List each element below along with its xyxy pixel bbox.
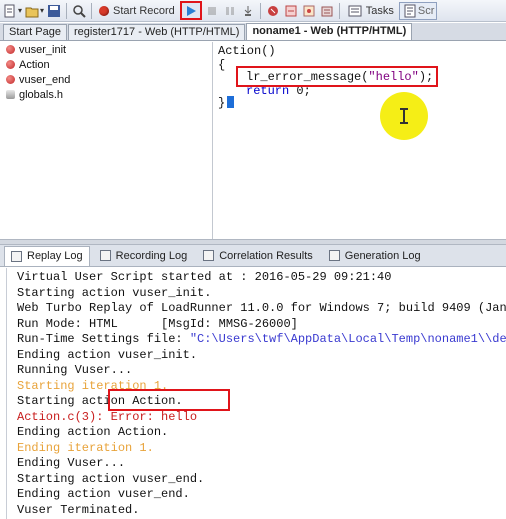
toolbar-separator (91, 2, 93, 19)
tab-generation-log[interactable]: Generation Log (323, 246, 427, 266)
main-toolbar: ▾ ▾ Start Record Tasks Scr (0, 0, 506, 22)
action-icon (6, 75, 15, 84)
runtime-settings-path[interactable]: "C:\Users\twf\AppData\Local\Temp\noname1… (190, 332, 506, 346)
tasks-button[interactable]: Tasks (344, 2, 397, 20)
log-line: Run-Time Settings file: "C:\Users\twf\Ap… (17, 332, 506, 348)
tab-start-page[interactable]: Start Page (3, 24, 67, 40)
log-line: Ending iteration 1. (17, 440, 154, 455)
pause-icon (222, 3, 238, 19)
tree-item-globals[interactable]: globals.h (3, 87, 212, 102)
log-line: Ending action vuser_init. (17, 347, 198, 362)
start-record-label: Start Record (113, 4, 175, 17)
start-record-button[interactable]: Start Record (96, 2, 178, 20)
log-gutter (6, 268, 7, 519)
tab-replay-log[interactable]: Replay Log (4, 245, 90, 266)
toolbar-separator (66, 2, 68, 19)
code-line-1: Action() (218, 44, 276, 58)
tree-item-label: Action (19, 58, 50, 71)
stop-icon (204, 3, 220, 19)
tab-label: Recording Log (115, 249, 188, 262)
tab-label: Replay Log (27, 250, 83, 262)
open-button[interactable]: ▾ (24, 2, 44, 20)
chevron-down-icon: ▾ (18, 6, 23, 15)
breakpoint-icon (265, 3, 281, 19)
text-cursor (227, 96, 234, 108)
tree-item-vuser-init[interactable]: vuser_init (3, 42, 212, 57)
log-line: Starting iteration 1. (17, 378, 169, 393)
replay-log-output[interactable]: Virtual User Script started at : 2016-05… (17, 270, 506, 519)
log-line: Starting action vuser_end. (17, 471, 205, 486)
log-line: Ending Vuser... (17, 456, 126, 470)
chevron-down-icon: ▾ (40, 6, 45, 15)
highlight-box-error (108, 389, 230, 411)
breakpoint-button[interactable] (265, 2, 281, 20)
tree-item-vuser-end[interactable]: vuser_end (3, 72, 212, 87)
code-line-5: } (218, 96, 226, 110)
tab-register1717[interactable]: register1717 - Web (HTTP/HTML) (67, 24, 246, 40)
replay-log-icon (11, 250, 22, 262)
tree-item-label: globals.h (19, 88, 64, 101)
action-icon (6, 45, 15, 54)
log-line: Web Turbo Replay of LoadRunner 11.0.0 fo… (17, 301, 506, 315)
find-button[interactable] (71, 2, 87, 20)
log-line: Virtual User Script started at : 2016-05… (17, 270, 392, 284)
parameter-icon (301, 3, 317, 19)
mouse-pointer-highlight (380, 92, 428, 140)
log-line: Running Vuser... (17, 363, 133, 377)
tab-label: Correlation Results (219, 249, 313, 262)
folder-icon (24, 3, 40, 19)
tree-item-label: vuser_init (19, 43, 67, 56)
output-tabs: Replay Log Recording Log Correlation Res… (0, 245, 506, 267)
runtime-settings-label: Run-Time Settings file: (17, 332, 190, 346)
generation-log-icon (328, 250, 340, 261)
run-button[interactable] (179, 1, 202, 20)
tasks-label: Tasks (365, 4, 394, 17)
new-script-icon (2, 3, 18, 19)
log-line: Starting action Action. (17, 394, 183, 408)
pause-button[interactable] (222, 2, 238, 20)
transaction-button[interactable] (319, 2, 335, 20)
correlation-icon (203, 250, 215, 261)
script-view-button[interactable]: Scr (398, 1, 438, 20)
document-tabs: Start Page register1717 - Web (HTTP/HTML… (0, 23, 506, 41)
play-icon (186, 5, 196, 16)
highlight-box-code (236, 66, 438, 87)
log-line: Ending action vuser_end. (17, 487, 190, 501)
parameter-button[interactable] (301, 2, 317, 20)
log-line: Ending action Action. (17, 425, 169, 439)
script-tree: vuser_init Action vuser_end globals.h (3, 42, 213, 239)
tree-item-action[interactable]: Action (3, 57, 212, 72)
script-view-label: Scr (417, 4, 435, 17)
code-line-2: { (218, 58, 226, 72)
toggle-bookmark-button[interactable] (283, 2, 299, 20)
bookmark-icon (283, 3, 299, 19)
new-script-button[interactable]: ▾ (2, 2, 22, 20)
tree-item-label: vuser_end (19, 73, 71, 86)
log-line-error[interactable]: Action.c(3): Error: hello (17, 410, 506, 426)
log-line: Vuser Terminated. (17, 502, 140, 517)
log-line: Starting action vuser_init. (17, 285, 212, 300)
transaction-icon (319, 3, 335, 19)
save-button[interactable] (46, 2, 62, 20)
toolbar-separator (338, 2, 340, 19)
ibeam-cursor-icon (400, 108, 408, 124)
record-icon (99, 5, 110, 16)
log-line: Run Mode: HTML [MsgId: MMSG-26000] (17, 316, 298, 331)
tab-label: Generation Log (344, 249, 421, 262)
step-button[interactable] (240, 2, 256, 20)
toolbar-separator (259, 2, 261, 19)
recording-log-icon (99, 250, 111, 261)
search-icon (71, 3, 87, 19)
tasks-icon (347, 3, 363, 19)
tab-noname1[interactable]: noname1 - Web (HTTP/HTML) (246, 23, 413, 40)
action-icon (6, 60, 15, 69)
save-icon (46, 3, 62, 19)
step-icon (240, 3, 256, 19)
stop-button[interactable] (204, 2, 220, 20)
tab-recording-log[interactable]: Recording Log (94, 246, 194, 266)
header-file-icon (6, 90, 15, 99)
tab-correlation-results[interactable]: Correlation Results (197, 246, 319, 266)
script-icon (402, 3, 418, 19)
